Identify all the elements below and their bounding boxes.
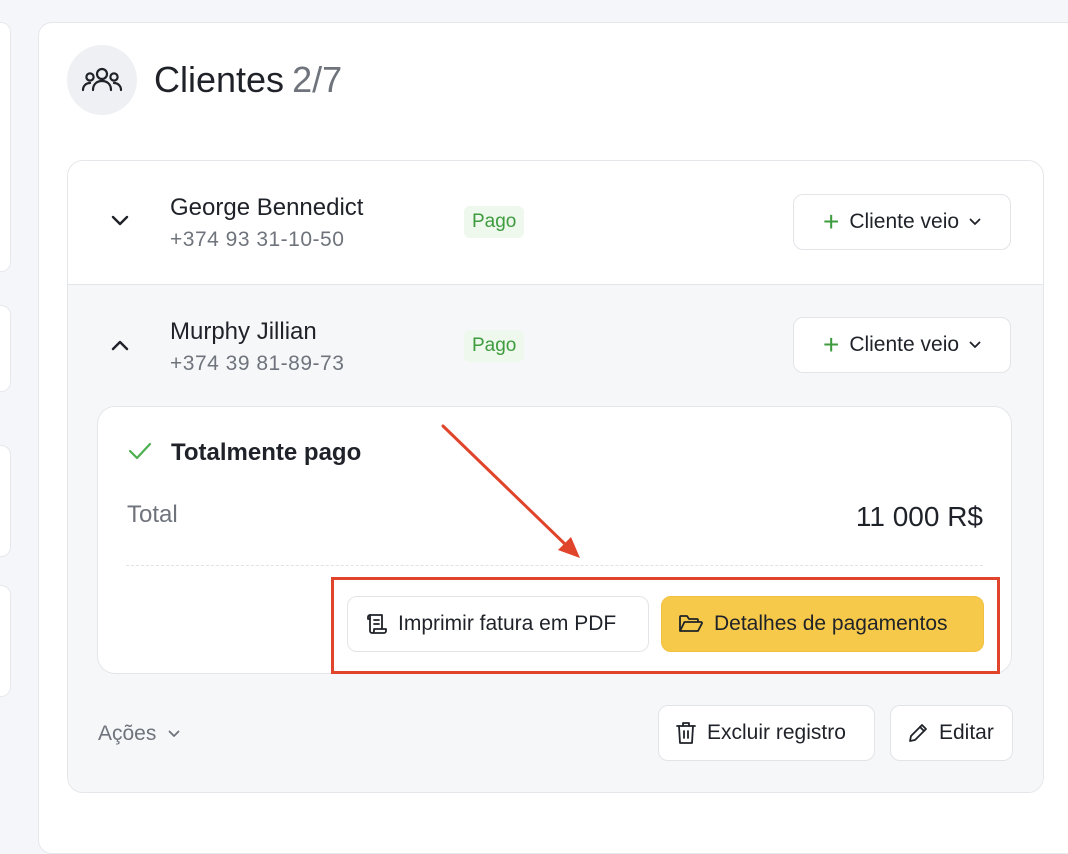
left-panel-edge — [0, 585, 11, 697]
left-panel-edge — [0, 22, 11, 272]
highlight-box — [331, 577, 1000, 674]
page-title: Clientes 2/7 — [154, 58, 342, 102]
divider — [126, 565, 983, 566]
total-label: Total — [127, 501, 178, 528]
left-panel-edge — [0, 305, 11, 392]
status-badge: Pago — [464, 330, 525, 362]
page-title-text: Clientes — [154, 59, 285, 100]
chevron-down-icon[interactable] — [108, 209, 132, 233]
left-panel-edge — [0, 445, 11, 557]
pencil-icon — [909, 724, 927, 742]
total-value: 11 000 R$ — [855, 501, 983, 532]
client-count: 2/7 — [292, 59, 343, 100]
trash-icon — [676, 722, 696, 744]
client-phone: +374 93 31-10-50 — [170, 228, 345, 251]
edit-button[interactable]: Editar — [890, 705, 1013, 761]
client-phone: +374 39 81-89-73 — [170, 352, 345, 375]
client-arrived-label: Cliente veio — [849, 333, 960, 356]
users-icon — [67, 45, 137, 115]
plus-icon: + — [822, 329, 840, 360]
client-list: George Bennedict +374 93 31-10-50 Pago +… — [67, 160, 1044, 793]
status-badge: Pago — [464, 206, 525, 238]
client-arrived-dropdown[interactable]: + Cliente veio — [793, 317, 1011, 373]
check-icon — [128, 442, 152, 460]
edit-label: Editar — [939, 721, 994, 744]
delete-record-label: Excluir registro — [707, 721, 846, 744]
chevron-up-icon[interactable] — [108, 333, 132, 357]
client-arrived-label: Cliente veio — [849, 210, 960, 233]
list-item[interactable]: George Bennedict +374 93 31-10-50 Pago +… — [68, 161, 1043, 285]
client-name: Murphy Jillian — [170, 318, 317, 345]
list-item[interactable]: Murphy Jillian +374 39 81-89-73 Pago + C… — [68, 285, 1043, 792]
client-name: George Bennedict — [170, 194, 364, 221]
delete-record-button[interactable]: Excluir registro — [658, 705, 875, 761]
actions-label: Ações — [98, 722, 157, 745]
actions-dropdown[interactable]: Ações — [98, 722, 180, 746]
plus-icon: + — [822, 206, 840, 237]
chevron-down-icon — [168, 730, 180, 737]
chevron-down-icon — [969, 218, 981, 225]
payment-status-title: Totalmente pago — [171, 439, 362, 466]
client-arrived-dropdown[interactable]: + Cliente veio — [793, 194, 1011, 250]
chevron-down-icon — [969, 341, 981, 348]
